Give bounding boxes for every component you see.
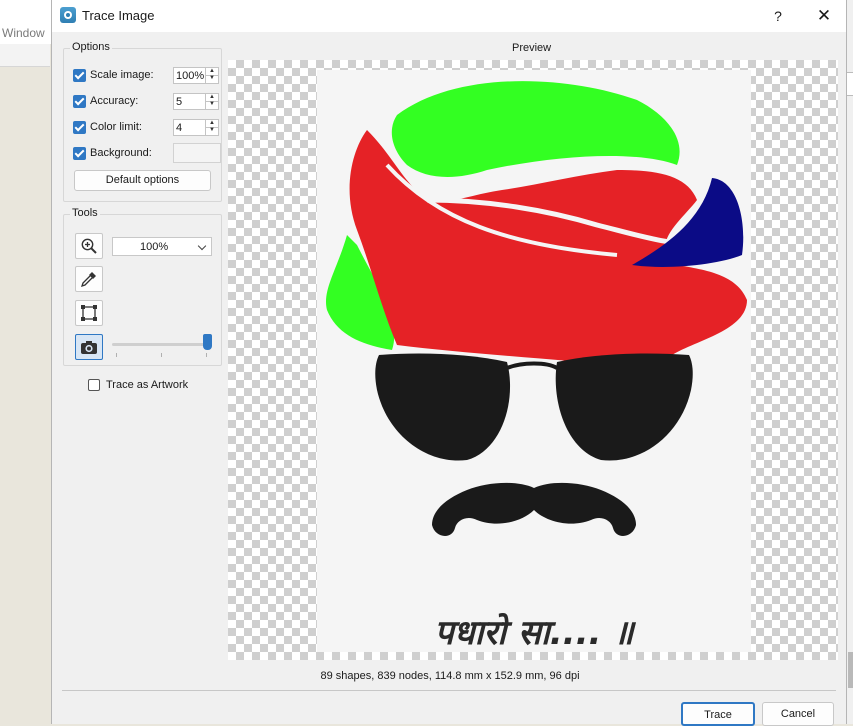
scale-image-value[interactable]: 100% bbox=[176, 70, 204, 82]
glasses-left-lens bbox=[375, 353, 511, 461]
background-toolbar-strip bbox=[0, 44, 50, 67]
tools-group-title: Tools bbox=[70, 207, 100, 219]
scale-image-spinbox[interactable]: 100% ▲ ▼ bbox=[173, 67, 219, 84]
spin-down-icon[interactable]: ▼ bbox=[206, 127, 218, 134]
mustache bbox=[432, 482, 636, 536]
crop-frame-icon bbox=[81, 305, 97, 321]
slider-tick bbox=[206, 353, 207, 357]
color-limit-label: Color limit: bbox=[90, 121, 142, 133]
camera-tool-button[interactable] bbox=[75, 334, 103, 360]
accuracy-label: Accuracy: bbox=[90, 95, 139, 107]
spin-down-icon[interactable]: ▼ bbox=[206, 75, 218, 82]
trace-button[interactable]: Trace bbox=[681, 702, 755, 726]
title-bar: Trace Image ? ✕ bbox=[52, 0, 846, 32]
zoom-level-select[interactable]: 100% bbox=[112, 237, 212, 256]
color-limit-value[interactable]: 4 bbox=[176, 122, 182, 134]
detail-slider-track[interactable] bbox=[112, 343, 208, 346]
image-caption: पधारो सा.... ॥ bbox=[434, 613, 634, 653]
turban-glasses-mustache-illustration bbox=[326, 81, 747, 536]
eyedropper-icon bbox=[80, 272, 96, 288]
trace-as-artwork-label: Trace as Artwork bbox=[106, 379, 189, 391]
camera-icon bbox=[81, 341, 97, 354]
glasses-right-lens bbox=[555, 353, 693, 461]
eyedropper-tool-button[interactable] bbox=[75, 266, 103, 292]
turban-green-top bbox=[391, 81, 680, 177]
background-menu-window[interactable]: Window bbox=[2, 26, 45, 40]
dialog-title: Trace Image bbox=[82, 8, 155, 23]
zoom-tool-button[interactable] bbox=[75, 233, 103, 259]
preview-label: Preview bbox=[512, 42, 552, 54]
options-group: Options Scale image: 100% ▲ ▼ Accuracy: 5… bbox=[63, 41, 222, 202]
close-button[interactable]: ✕ bbox=[810, 4, 838, 28]
crop-tool-button[interactable] bbox=[75, 300, 103, 326]
color-limit-checkbox[interactable] bbox=[73, 121, 86, 134]
trace-status-text: 89 shapes, 839 nodes, 114.8 mm x 152.9 m… bbox=[320, 670, 580, 682]
slider-tick bbox=[116, 353, 117, 357]
trace-image-dialog: Trace Image ? ✕ Options Scale image: 100… bbox=[51, 0, 847, 726]
scale-image-label: Scale image: bbox=[90, 69, 154, 81]
background-color-swatch[interactable] bbox=[173, 143, 221, 163]
slider-tick bbox=[161, 353, 162, 357]
traced-image: पधारो सा.... ॥ bbox=[317, 70, 751, 653]
app-icon bbox=[60, 7, 76, 23]
divider bbox=[62, 690, 836, 691]
accuracy-checkbox[interactable] bbox=[73, 95, 86, 108]
zoom-level-value: 100% bbox=[140, 241, 169, 253]
accuracy-value[interactable]: 5 bbox=[176, 96, 182, 108]
default-options-button[interactable]: Default options bbox=[74, 170, 211, 191]
chevron-down-icon bbox=[197, 241, 207, 251]
preview-canvas[interactable]: पधारो सा.... ॥ bbox=[228, 60, 838, 660]
background-label: Background: bbox=[90, 147, 152, 159]
zoom-in-icon bbox=[81, 238, 97, 254]
detail-slider-thumb[interactable] bbox=[203, 334, 212, 350]
background-scrollbar[interactable] bbox=[848, 652, 853, 688]
scale-image-checkbox[interactable] bbox=[73, 69, 86, 82]
cancel-button[interactable]: Cancel bbox=[762, 702, 834, 726]
options-group-title: Options bbox=[70, 41, 112, 53]
spin-down-icon[interactable]: ▼ bbox=[206, 101, 218, 108]
tools-group: Tools 100% bbox=[63, 207, 222, 366]
trace-as-artwork-checkbox[interactable] bbox=[88, 379, 100, 391]
background-checkbox[interactable] bbox=[73, 147, 86, 160]
glasses-bridge bbox=[506, 361, 559, 370]
accuracy-spinbox[interactable]: 5 ▲ ▼ bbox=[173, 93, 219, 110]
help-button[interactable]: ? bbox=[764, 4, 792, 28]
color-limit-spinbox[interactable]: 4 ▲ ▼ bbox=[173, 119, 219, 136]
